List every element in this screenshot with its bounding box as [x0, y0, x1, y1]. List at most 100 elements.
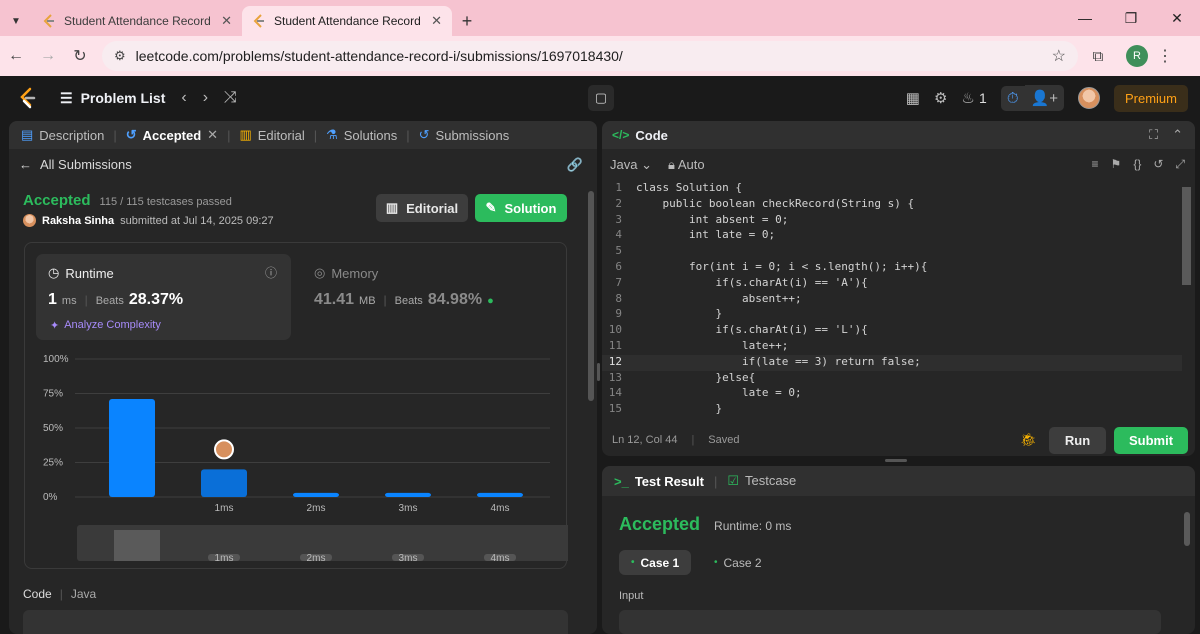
settings-gear-icon[interactable]: ⚙: [934, 89, 947, 107]
layout-icon[interactable]: ▦: [906, 89, 920, 107]
line-text: late = 0;: [636, 386, 802, 400]
forward-icon[interactable]: →: [32, 47, 64, 65]
bookmark-icon[interactable]: ⚑: [1111, 157, 1122, 172]
code-line[interactable]: 1 class Solution {: [602, 181, 1182, 197]
url-text[interactable]: leetcode.com/problems/student-attendance…: [136, 48, 1052, 64]
new-tab-button[interactable]: +: [452, 6, 482, 36]
code-line[interactable]: 13 }else{: [602, 371, 1182, 387]
divider: |: [713, 473, 718, 489]
user-avatar[interactable]: [1077, 87, 1100, 109]
list-icon: ☰: [60, 89, 73, 106]
tab-search-chevron-icon[interactable]: ▼: [0, 6, 32, 36]
shuffle-icon[interactable]: ⤨: [224, 89, 237, 107]
debugger-icon[interactable]: 🐞︎: [1020, 432, 1037, 448]
close-tab-icon[interactable]: ✕: [221, 13, 232, 29]
collapse-chevron-icon[interactable]: ⌃: [1172, 127, 1183, 143]
extensions-icon[interactable]: ⧉: [1078, 48, 1118, 65]
tab-accepted[interactable]: ↺ Accepted ✕: [126, 127, 218, 143]
format-icon[interactable]: ≡: [1092, 157, 1099, 172]
tab-solutions[interactable]: ⚗ Solutions: [326, 127, 397, 143]
run-button[interactable]: Run: [1049, 427, 1106, 454]
reset-icon[interactable]: ↺: [1153, 157, 1163, 172]
runtime-card[interactable]: ◷ Runtime ⓘ 1 ms | Beats 28.37% ✦ Analyz…: [36, 254, 291, 340]
code-line[interactable]: 4 int late = 0;: [602, 228, 1182, 244]
code-line[interactable]: 14 late = 0;: [602, 386, 1182, 402]
memory-card[interactable]: ◎ Memory 41.41 MB | Beats 84.98% ●: [302, 254, 552, 340]
result-scrollbar[interactable]: [1184, 512, 1190, 546]
next-problem-icon[interactable]: ›: [203, 89, 208, 107]
braces-icon[interactable]: {}: [1133, 157, 1141, 172]
premium-button[interactable]: Premium: [1113, 84, 1188, 112]
analyze-complexity-link[interactable]: ✦ Analyze Complexity: [50, 319, 161, 332]
divider: |: [313, 127, 318, 143]
left-tab-bar: ▤ Description | ↺ Accepted ✕ | ▥ Editorial |…: [9, 121, 597, 149]
code-line[interactable]: 8 absent++;: [602, 292, 1182, 308]
prev-problem-icon[interactable]: ‹: [181, 89, 186, 107]
code-area[interactable]: 1 class Solution {2 public boolean checkR…: [602, 181, 1182, 416]
code-line[interactable]: 10 if(s.charAt(i) == 'L'){: [602, 323, 1182, 339]
runtime-bar[interactable]: [477, 492, 523, 497]
runtime-distribution-chart[interactable]: 100% 75% 50% 25% 0% 1ms 2ms 3ms 4ms 1ms 2ms 3ms 4ms: [25, 343, 568, 569]
code-line[interactable]: 15 }: [602, 402, 1182, 416]
editor-scrollbar[interactable]: [1182, 187, 1191, 285]
code-line[interactable]: 6 for(int i = 0; i < s.length(); i++){: [602, 260, 1182, 276]
share-link-icon[interactable]: 🔗: [567, 157, 583, 173]
code-line[interactable]: 2 public boolean checkRecord(String s) {: [602, 197, 1182, 213]
auto-mode[interactable]: 🔒︎ Auto: [668, 157, 705, 173]
browser-tab-1[interactable]: Student Attendance Record I - Si ✕: [32, 6, 242, 36]
language-select[interactable]: Java ⌄: [610, 157, 652, 173]
timer-icon[interactable]: ⏱: [1000, 85, 1025, 111]
memory-beats: 84.98%: [427, 291, 483, 308]
profile-avatar[interactable]: R: [1126, 45, 1148, 67]
all-submissions-link[interactable]: ← All Submissions: [19, 157, 132, 172]
browser-tab-2[interactable]: Student Attendance Record I - L ✕: [242, 6, 452, 36]
maximize-icon[interactable]: ⛶: [1149, 127, 1158, 143]
fullscreen-icon[interactable]: ⤢: [1175, 157, 1185, 172]
tab-testcase[interactable]: ☑ Testcase: [727, 473, 796, 489]
vertical-resize-handle[interactable]: [597, 363, 600, 381]
horizontal-resize-handle[interactable]: [885, 459, 907, 462]
problem-list-button[interactable]: ☰ Problem List: [60, 90, 165, 107]
tab-editorial[interactable]: ▥ Editorial: [239, 127, 304, 143]
tab-test-result[interactable]: >_ Test Result: [614, 474, 704, 489]
code-line[interactable]: 7 if(s.charAt(i) == 'A'){: [602, 276, 1182, 292]
site-info-icon[interactable]: ⚙: [114, 48, 126, 64]
notes-icon[interactable]: ▢: [588, 85, 614, 111]
code-line[interactable]: 3 int absent = 0;: [602, 213, 1182, 229]
tab-description[interactable]: ▤ Description: [21, 127, 104, 143]
solution-button[interactable]: ✎ Solution: [475, 194, 567, 222]
case-1-tab[interactable]: • Case 1: [619, 550, 692, 575]
memory-metric: 41.41 MB | Beats 84.98% ●: [314, 291, 494, 309]
add-user-icon[interactable]: 👤+: [1024, 85, 1064, 111]
close-tab-icon[interactable]: ✕: [207, 127, 218, 143]
submit-button[interactable]: Submit: [1114, 427, 1188, 454]
code-line[interactable]: 5: [602, 244, 1182, 260]
runtime-bar[interactable]: [293, 492, 339, 497]
minimize-icon[interactable]: —: [1062, 10, 1108, 26]
restore-icon[interactable]: ❐: [1108, 10, 1154, 27]
scrollbar[interactable]: [588, 191, 594, 401]
close-tab-icon[interactable]: ✕: [431, 13, 442, 29]
case-2-tab[interactable]: • Case 2: [702, 550, 774, 575]
editorial-button[interactable]: ▥ Editorial: [376, 194, 468, 222]
address-bar[interactable]: ⚙ leetcode.com/problems/student-attendan…: [102, 41, 1078, 71]
runtime-bar[interactable]: [109, 399, 155, 497]
testcases-passed: 115 / 115 testcases passed: [99, 196, 232, 208]
code-line[interactable]: 9 }: [602, 307, 1182, 323]
reload-icon[interactable]: ↻: [64, 46, 96, 66]
code-line[interactable]: 12 if(late == 3) return false;: [602, 354, 1182, 371]
leetcode-logo-icon[interactable]: [18, 87, 38, 109]
runtime-value: 1: [48, 291, 57, 308]
tab-submissions[interactable]: ↺ Submissions: [419, 127, 510, 143]
submitter-name[interactable]: Raksha Sinha: [42, 215, 114, 227]
bookmark-star-icon[interactable]: ☆: [1052, 46, 1066, 66]
back-icon[interactable]: ←: [0, 47, 32, 65]
close-window-icon[interactable]: ✕: [1154, 10, 1200, 27]
runtime-bar[interactable]: [201, 469, 247, 497]
streak-fire-icon[interactable]: ♨ 1: [961, 89, 986, 107]
browser-menu-icon[interactable]: ⋮: [1148, 46, 1182, 66]
code-line[interactable]: 11 late++;: [602, 339, 1182, 355]
info-icon[interactable]: ⓘ: [265, 264, 277, 281]
submission-panel: ▤ Description | ↺ Accepted ✕ | ▥ Editorial |…: [9, 121, 597, 634]
runtime-bar[interactable]: [385, 492, 431, 497]
